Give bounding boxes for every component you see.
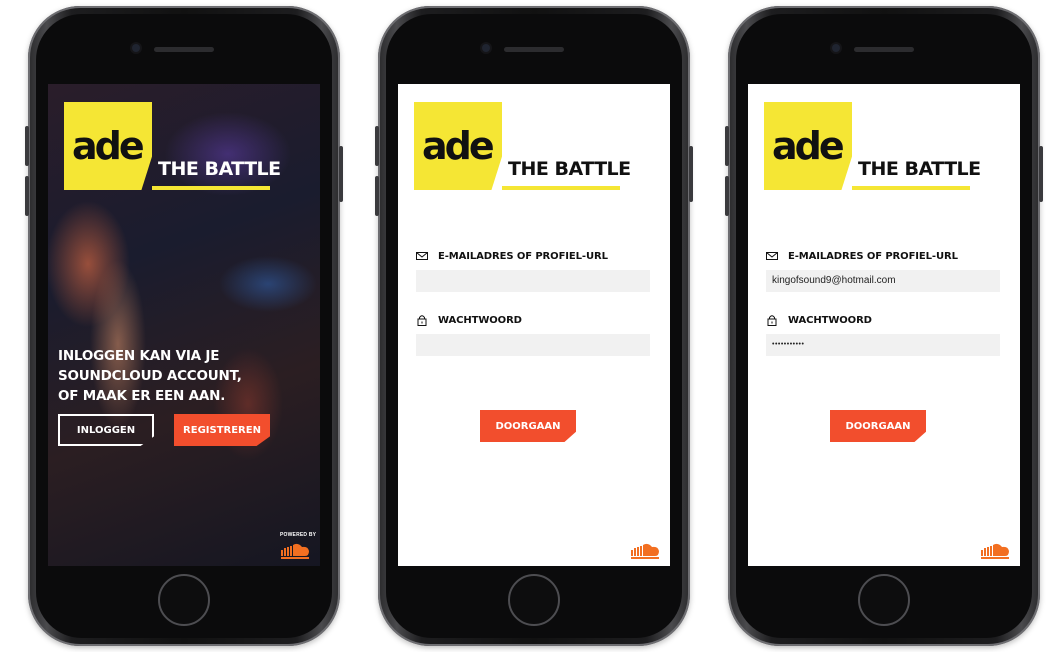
login-screen-filled: ade THE BATTLE E-MAILADRES OF PROFIEL-UR…: [748, 84, 1020, 566]
password-field[interactable]: [416, 334, 650, 356]
home-button[interactable]: [508, 574, 560, 626]
continue-button[interactable]: DOORGAAN: [830, 410, 926, 442]
logo-underline: [852, 186, 970, 190]
logo-ade-text: ade: [772, 124, 845, 168]
envelope-icon: [766, 252, 778, 260]
tagline-line: INLOGGEN KAN VIA JE: [58, 348, 220, 364]
logo-underline: [502, 186, 620, 190]
tagline-line: OF MAAK ER EEN AAN.: [58, 388, 226, 404]
password-label: WACHTWOORD: [766, 314, 872, 326]
login-screen-empty: ade THE BATTLE E-MAILADRES OF PROFIEL-UR…: [398, 84, 670, 566]
password-label-text: WACHTWOORD: [438, 314, 522, 326]
phone-frame-3: ade THE BATTLE E-MAILADRES OF PROFIEL-UR…: [725, 6, 1043, 646]
email-label: E-MAILADRES OF PROFIEL-URL: [766, 250, 958, 262]
register-button[interactable]: REGISTREREN: [174, 414, 270, 446]
camera-icon: [482, 44, 490, 52]
envelope-icon: [416, 252, 428, 260]
ade-logo: ade THE BATTLE: [64, 102, 284, 192]
email-label-text: E-MAILADRES OF PROFIEL-URL: [438, 250, 608, 262]
logo-title: THE BATTLE: [508, 158, 631, 180]
volume-button: [375, 126, 379, 166]
email-field[interactable]: kingofsound9@hotmail.com: [766, 270, 1000, 292]
powered-by-label: POWERED BY: [280, 532, 317, 538]
power-button: [1039, 146, 1043, 202]
tagline: INLOGGEN KAN VIA JE SOUNDCLOUD ACCOUNT, …: [58, 346, 258, 406]
speaker-grille: [154, 47, 214, 52]
phone-frame-2: ade THE BATTLE E-MAILADRES OF PROFIEL-UR…: [375, 6, 693, 646]
ade-logo: ade THE BATTLE: [764, 102, 984, 192]
lock-icon: [417, 315, 427, 326]
email-label: E-MAILADRES OF PROFIEL-URL: [416, 250, 608, 262]
phone-frame-1: ade THE BATTLE INLOGGEN KAN VIA JE SOUND…: [25, 6, 343, 646]
logo-ade-text: ade: [422, 124, 495, 168]
continue-button[interactable]: DOORGAAN: [480, 410, 576, 442]
logo-title: THE BATTLE: [158, 158, 281, 180]
volume-button: [725, 176, 729, 216]
password-label-text: WACHTWOORD: [788, 314, 872, 326]
power-button: [689, 146, 693, 202]
soundcloud-icon: [981, 543, 1009, 559]
logo-underline: [152, 186, 270, 190]
lock-icon: [767, 315, 777, 326]
password-label: WACHTWOORD: [416, 314, 522, 326]
camera-icon: [132, 44, 140, 52]
volume-button: [25, 176, 29, 216]
power-button: [339, 146, 343, 202]
volume-button: [375, 176, 379, 216]
logo-ade-text: ade: [72, 124, 145, 168]
ade-logo: ade THE BATTLE: [414, 102, 634, 192]
home-button[interactable]: [158, 574, 210, 626]
soundcloud-icon: [631, 543, 659, 559]
login-button[interactable]: INLOGGEN: [58, 414, 154, 446]
camera-icon: [832, 44, 840, 52]
logo-title: THE BATTLE: [858, 158, 981, 180]
speaker-grille: [504, 47, 564, 52]
volume-button: [25, 126, 29, 166]
speaker-grille: [854, 47, 914, 52]
home-button[interactable]: [858, 574, 910, 626]
soundcloud-icon: [281, 543, 309, 559]
password-field[interactable]: •••••••••••: [766, 334, 1000, 356]
volume-button: [725, 126, 729, 166]
welcome-screen: ade THE BATTLE INLOGGEN KAN VIA JE SOUND…: [48, 84, 320, 566]
email-label-text: E-MAILADRES OF PROFIEL-URL: [788, 250, 958, 262]
email-field[interactable]: [416, 270, 650, 292]
tagline-line: SOUNDCLOUD ACCOUNT,: [58, 368, 242, 384]
